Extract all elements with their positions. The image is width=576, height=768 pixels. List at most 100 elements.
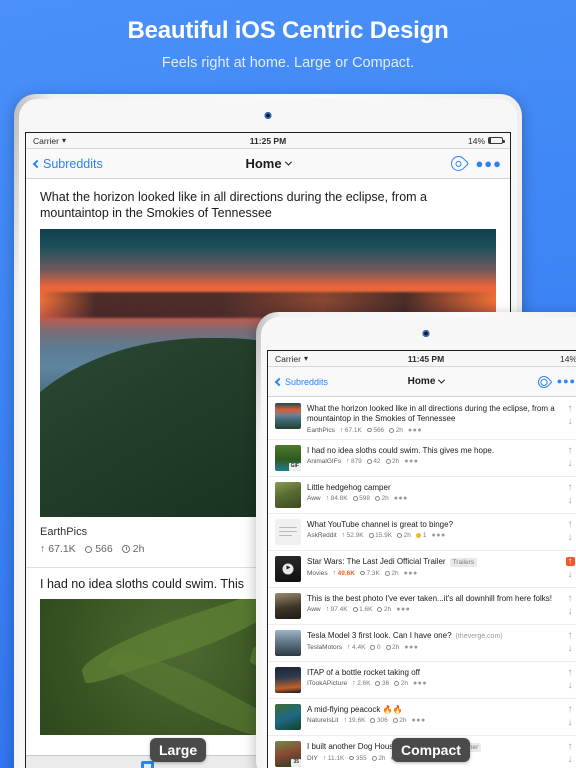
downvote-icon[interactable]: ↓	[568, 495, 573, 505]
row-subreddit[interactable]: ITookAPicture	[307, 680, 347, 687]
upvote-icon[interactable]: ↑	[568, 519, 573, 529]
row-title-text: I had no idea sloths could swim. This gi…	[307, 445, 495, 455]
chevron-left-icon	[32, 159, 42, 168]
downvote-icon[interactable]: ↓	[568, 680, 573, 690]
tab-posts[interactable]: Posts	[26, 756, 268, 768]
play-icon	[282, 563, 294, 574]
row-flair-tag: Trailers	[449, 558, 478, 567]
row-vote-controls: ↑ ↓	[561, 667, 576, 690]
flame-icon[interactable]	[535, 373, 553, 390]
more-options-icon[interactable]: ●●●	[557, 377, 576, 386]
back-button-subreddits[interactable]: Subreddits	[32, 157, 103, 171]
row-meta: Aww 97.4K 1.6K 2h ●●●	[307, 606, 555, 613]
table-row[interactable]: What YouTube channel is great to binge? A…	[268, 514, 576, 551]
row-more-icon[interactable]: ●●●	[431, 532, 445, 539]
table-row[interactable]: This is the best photo I've ever taken..…	[268, 588, 576, 625]
table-row[interactable]: ITAP of a bottle rocket taking off ITookA…	[268, 662, 576, 699]
row-subreddit[interactable]: NatureIsLit	[307, 717, 338, 724]
chevron-down-icon	[284, 158, 292, 166]
row-age: 2h	[385, 458, 399, 465]
row-title: ITAP of a bottle rocket taking off	[307, 668, 555, 678]
post-upvotes: 67.1K	[40, 543, 75, 555]
row-subreddit[interactable]: Aww	[307, 606, 321, 613]
row-subreddit[interactable]: AskReddit	[307, 532, 337, 539]
table-row[interactable]: Little hedgehog camper Aww84.8K5982h●●● ↑ ↓	[268, 477, 576, 514]
row-comments: 7.3K	[359, 570, 380, 577]
table-row[interactable]: Tesla Model 3 first look. Can I have one…	[268, 625, 576, 662]
row-upvotes: 52.9K	[342, 532, 364, 539]
upvote-icon[interactable]: ↑	[565, 556, 575, 566]
row-subreddit[interactable]: TeslaMotors	[307, 644, 342, 651]
row-subreddit[interactable]: Aww	[307, 495, 321, 502]
row-body: ITAP of a bottle rocket taking off ITookA…	[307, 667, 555, 688]
row-meta: AnimalGIFs 879 42 2h ●●●	[307, 458, 555, 465]
row-more-icon[interactable]: ●●●	[404, 570, 418, 577]
more-options-icon[interactable]: ●●●	[475, 157, 502, 170]
row-meta: Aww 84.8K 598 2h ●●●	[307, 495, 555, 502]
back-button-label: Subreddits	[285, 376, 329, 387]
row-title: Little hedgehog camper	[307, 483, 555, 493]
row-meta: Movies 49.6K 7.3K 2h ●●●	[307, 570, 555, 577]
row-vote-controls: ↑ ↓	[561, 403, 576, 427]
row-more-icon[interactable]: ●●●	[412, 717, 426, 724]
downvote-icon[interactable]: ↓	[568, 643, 573, 653]
thumbnail-hedgehog	[275, 481, 301, 508]
row-more-icon[interactable]: ●●●	[408, 427, 422, 434]
downvote-icon[interactable]: ↓	[568, 458, 573, 468]
row-age: 2h	[385, 644, 399, 651]
row-subreddit[interactable]: AnimalGIFs	[307, 458, 341, 465]
row-vote-controls: ↑ ↓	[561, 445, 576, 468]
row-age: 2h	[397, 532, 411, 539]
row-title-text: Little hedgehog camper	[307, 482, 391, 492]
row-comments: 36	[375, 680, 389, 687]
promo-header: Beautiful iOS Centric Design Feels right…	[0, 0, 576, 72]
flame-icon[interactable]	[448, 152, 470, 175]
upvote-icon[interactable]: ↑	[568, 445, 573, 455]
upvote-icon[interactable]: ↑	[568, 630, 573, 640]
row-title: Tesla Model 3 first look. Can I have one…	[307, 631, 555, 642]
back-button-subreddits[interactable]: Subreddits	[274, 376, 329, 387]
row-more-icon[interactable]: ●●●	[413, 680, 427, 687]
table-row[interactable]: What the horizon looked like in all dire…	[268, 398, 576, 440]
post-title: What the horizon looked like in all dire…	[40, 190, 428, 220]
upvote-icon[interactable]: ↑	[568, 482, 573, 492]
downvote-icon[interactable]: ↓	[568, 569, 573, 579]
thumbnail-sunset-mountains	[275, 403, 301, 429]
row-meta: NatureIsLit 19.6K 306 2h ●●●	[307, 717, 555, 724]
row-more-icon[interactable]: ●●●	[404, 458, 418, 465]
downvote-icon[interactable]: ↓	[568, 717, 573, 727]
row-more-icon[interactable]: ●●●	[396, 606, 410, 613]
upvote-icon[interactable]: ↑	[568, 404, 573, 414]
upvote-icon[interactable]: ↑	[568, 667, 573, 677]
row-subreddit[interactable]: Movies	[307, 570, 328, 577]
downvote-icon[interactable]: ↓	[568, 532, 573, 542]
row-more-icon[interactable]: ●●●	[404, 644, 418, 651]
downvote-icon[interactable]: ↓	[568, 417, 573, 427]
table-row[interactable]: GIF I had no idea sloths could swim. This…	[268, 440, 576, 477]
upvote-icon[interactable]: ↑	[568, 593, 573, 603]
row-subreddit[interactable]: EarthPics	[307, 427, 335, 434]
row-body: I had no idea sloths could swim. This gi…	[307, 445, 555, 466]
row-upvotes: 4.4K	[347, 644, 365, 651]
downvote-icon[interactable]: ↓	[568, 754, 573, 764]
upvote-icon[interactable]: ↑	[568, 704, 573, 714]
row-age: 2h	[384, 570, 399, 577]
upvote-icon[interactable]: ↑	[568, 741, 573, 751]
nav-bar-compact: Subreddits Home ●●●	[268, 367, 576, 397]
table-row[interactable]: A mid-flying peacock 🔥🔥 NatureIsLit 19.6K 3…	[268, 699, 576, 736]
row-title-text: ITAP of a bottle rocket taking off	[307, 667, 420, 677]
row-title-text: What the horizon looked like in all dire…	[307, 404, 555, 423]
camera-icon	[422, 330, 430, 337]
row-subreddit[interactable]: DIY	[307, 755, 318, 762]
row-age: 2h	[377, 606, 391, 613]
row-more-icon[interactable]: ●●●	[394, 495, 408, 502]
image-count-badge: 35	[291, 758, 301, 767]
downvote-icon[interactable]: ↓	[568, 606, 573, 616]
table-row[interactable]: Star Wars: The Last Jedi Official Traile…	[268, 551, 576, 588]
row-title: What YouTube channel is great to binge?	[307, 520, 555, 530]
post-list-compact[interactable]: What the horizon looked like in all dire…	[268, 398, 576, 768]
row-title: This is the best photo I've ever taken..…	[307, 594, 555, 604]
tablet-compact-mode: Carrier ▾ 11:45 PM 14% Subreddits Home ●…	[256, 312, 576, 768]
row-upvotes: 879	[346, 458, 362, 465]
status-bar-large: Carrier ▾ 11:25 PM 14%	[26, 133, 510, 149]
